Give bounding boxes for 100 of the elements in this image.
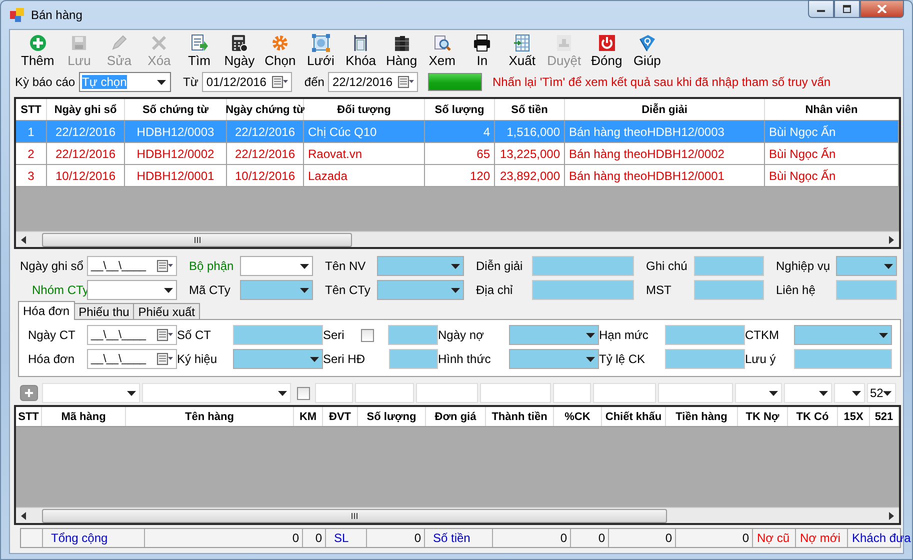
column-header[interactable]: Số lượng: [358, 407, 426, 426]
column-header[interactable]: Số lượng: [425, 99, 495, 120]
column-header[interactable]: 15X: [838, 407, 870, 426]
column-header[interactable]: Diễn giải: [565, 99, 765, 120]
column-header[interactable]: STT: [16, 99, 47, 120]
column-header[interactable]: ĐVT: [323, 407, 358, 426]
input-field[interactable]: [658, 383, 733, 403]
column-header[interactable]: Nhân viên: [765, 99, 899, 120]
input-field[interactable]: [389, 349, 438, 369]
scrollbar[interactable]: [16, 231, 899, 247]
table-cell: HDBH12/0003: [125, 121, 227, 142]
toolbar-button[interactable]: Đóng: [586, 32, 628, 69]
column-header[interactable]: TK Nợ: [738, 407, 788, 426]
dropdown-field[interactable]: [509, 325, 599, 345]
input-field[interactable]: [532, 280, 634, 300]
column-header[interactable]: Ngày ghi sổ: [47, 99, 125, 120]
dropdown-field[interactable]: [240, 280, 313, 300]
dropdown-field[interactable]: [87, 280, 177, 300]
total-cell: 0: [676, 529, 753, 547]
checkbox[interactable]: [296, 386, 310, 400]
tab[interactable]: Phiếu thu: [74, 303, 134, 319]
date-field[interactable]: __\__\____: [87, 349, 177, 369]
add-button[interactable]: [20, 385, 38, 401]
pencil-icon: [110, 34, 128, 52]
toolbar-button[interactable]: Giúp: [627, 32, 668, 69]
input-field[interactable]: [836, 280, 897, 300]
input-field[interactable]: [665, 325, 745, 345]
minimize-button[interactable]: [808, 0, 834, 18]
tab[interactable]: Phiếu xuất: [133, 303, 200, 319]
input-field[interactable]: [553, 383, 591, 403]
input-field[interactable]: [665, 349, 745, 369]
column-header[interactable]: 521: [870, 407, 899, 426]
input-field[interactable]: [355, 383, 414, 403]
toolbar-button[interactable]: Xuất: [502, 32, 542, 69]
dropdown-field[interactable]: [836, 256, 897, 276]
dropdown-field[interactable]: [377, 256, 464, 276]
date-field[interactable]: __\__\____: [87, 256, 177, 276]
input-field[interactable]: [694, 256, 764, 276]
field-label: Tên CTy: [325, 283, 370, 297]
column-header[interactable]: Tiền hàng: [666, 407, 738, 426]
calendar-icon: [157, 260, 173, 272]
input-field[interactable]: [794, 349, 892, 369]
column-header[interactable]: TK Có: [788, 407, 838, 426]
field-label: Ký hiệu: [177, 352, 218, 366]
dropdown-field[interactable]: [377, 280, 464, 300]
dropdown-field[interactable]: [233, 349, 323, 369]
plus-icon: [28, 34, 47, 52]
input-field[interactable]: [532, 256, 634, 276]
date-field[interactable]: __\__\____: [87, 325, 177, 345]
close-button[interactable]: [860, 0, 904, 18]
total-cell: Số tiền: [425, 529, 493, 547]
input-field[interactable]: [388, 325, 438, 345]
scroll-right-icon: [887, 236, 895, 244]
column-header[interactable]: %CK: [554, 407, 602, 426]
input-field[interactable]: [233, 325, 323, 345]
dropdown-field[interactable]: 52: [867, 383, 896, 403]
toolbar-button[interactable]: Lưới: [300, 32, 341, 69]
column-header[interactable]: Đối tượng: [304, 99, 425, 120]
table-cell: 120: [425, 165, 495, 186]
toolbar-button[interactable]: Hàng: [381, 32, 422, 69]
date-field[interactable]: 01/12/2016: [202, 72, 292, 92]
toolbar-button[interactable]: Chọn: [260, 32, 301, 69]
column-header[interactable]: Mã hàng: [42, 407, 126, 426]
column-header[interactable]: Tên hàng: [126, 407, 294, 426]
checkbox[interactable]: [361, 328, 374, 342]
column-header[interactable]: KM: [294, 407, 323, 426]
toolbar-button[interactable]: Ngày: [219, 32, 260, 69]
maximize-button[interactable]: [834, 0, 860, 18]
field-label: Nghiệp vụ: [776, 259, 830, 273]
input-field[interactable]: [480, 383, 551, 403]
column-header[interactable]: Thành tiền: [486, 407, 554, 426]
toolbar-button[interactable]: Khóa: [340, 32, 382, 69]
table-cell: 13,225,000: [495, 143, 565, 164]
toolbar-button[interactable]: In: [462, 32, 502, 69]
column-header[interactable]: Số chứng từ: [125, 99, 227, 120]
field-label: Từ: [183, 75, 198, 89]
toolbar-button[interactable]: Thêm: [16, 32, 60, 69]
dropdown-field[interactable]: [794, 325, 892, 345]
dropdown-field[interactable]: [509, 349, 599, 369]
scroll-thumb[interactable]: [42, 508, 667, 522]
input-field[interactable]: [593, 383, 656, 403]
scrollbar[interactable]: [16, 507, 899, 523]
dropdown-field[interactable]: [240, 256, 313, 276]
column-header[interactable]: Ngày chứng từ: [227, 99, 304, 120]
scroll-thumb[interactable]: [42, 232, 352, 246]
column-header[interactable]: Số tiền: [495, 99, 565, 120]
field-label: Hình thức: [438, 352, 491, 366]
column-header[interactable]: STT: [16, 407, 42, 426]
input-field[interactable]: [416, 383, 478, 403]
table-cell: Bán hàng theoHDBH12/0001: [565, 165, 765, 186]
input-field[interactable]: [694, 280, 764, 300]
table-row[interactable]: 3 10/12/2016 HDBH12/0001 10/12/2016 Lazada 120 23,892,000 Bán hàng theoHDBH12/0001 Bùi Ngọc Ấn: [16, 165, 899, 187]
date-field[interactable]: 22/12/2016: [328, 72, 418, 92]
toolbar-button[interactable]: Xem: [422, 32, 462, 69]
column-header[interactable]: Đơn giá: [426, 407, 486, 426]
table-row[interactable]: 2 22/12/2016 HDBH12/0002 22/12/2016 Raovat.vn 65 13,225,000 Bán hàng theoHDBH12/0002 Bùi Ngọc Ấn: [16, 143, 899, 165]
tab[interactable]: Hóa đơn: [18, 301, 75, 320]
input-field[interactable]: [315, 383, 353, 403]
column-header[interactable]: Chiết khấu: [602, 407, 666, 426]
toolbar-button[interactable]: Tìm: [179, 32, 220, 69]
